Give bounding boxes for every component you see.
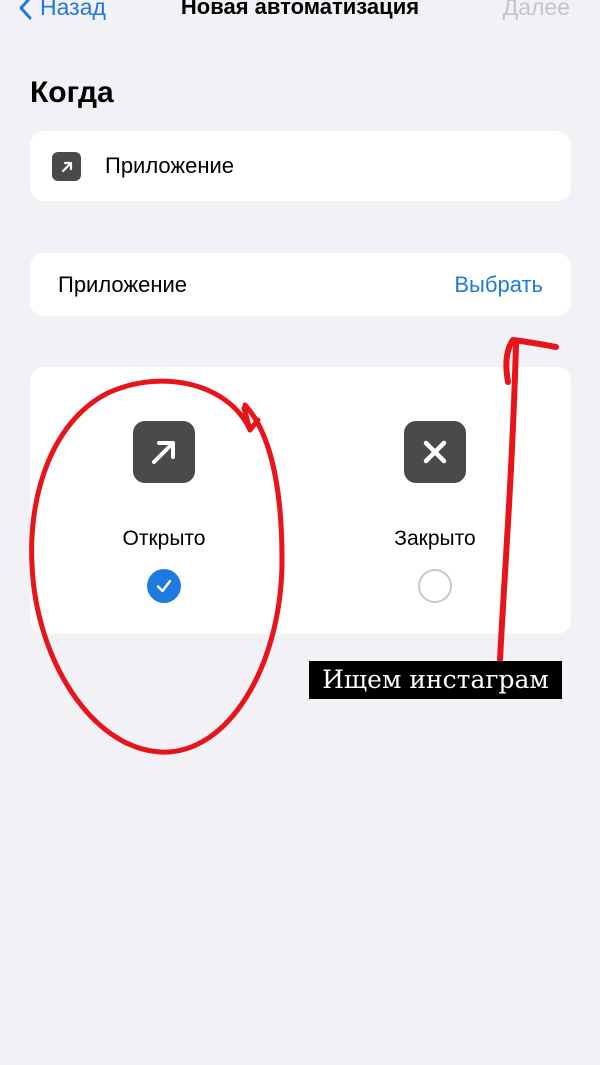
annotation-caption: Ищем инстаграм: [309, 661, 562, 699]
state-option-opened[interactable]: Открыто: [64, 367, 264, 634]
app-state-card: Открыто Закрыто: [30, 367, 571, 634]
checkmark-icon: [156, 579, 172, 593]
app-row-label: Приложение: [58, 272, 188, 297]
choose-app-button[interactable]: Выбрать: [454, 272, 543, 298]
next-button[interactable]: Далее: [503, 0, 570, 21]
radio-opened-checked[interactable]: [147, 569, 181, 603]
state-option-closed[interactable]: Закрыто: [335, 367, 535, 634]
trigger-card[interactable]: Приложение: [30, 131, 571, 201]
close-x-icon: [404, 421, 466, 483]
radio-closed-unchecked[interactable]: [418, 569, 452, 603]
section-title-when: Когда: [30, 76, 114, 109]
arrow-up-right-icon: [133, 421, 195, 483]
arrow-up-right-icon: [52, 152, 81, 181]
state-label-closed: Закрыто: [394, 527, 476, 550]
navigation-bar: Назад Новая автоматизация Далее: [0, 0, 600, 40]
trigger-label: Приложение: [105, 153, 235, 178]
state-label-opened: Открыто: [122, 527, 206, 550]
app-select-row[interactable]: Приложение Выбрать: [30, 253, 571, 316]
